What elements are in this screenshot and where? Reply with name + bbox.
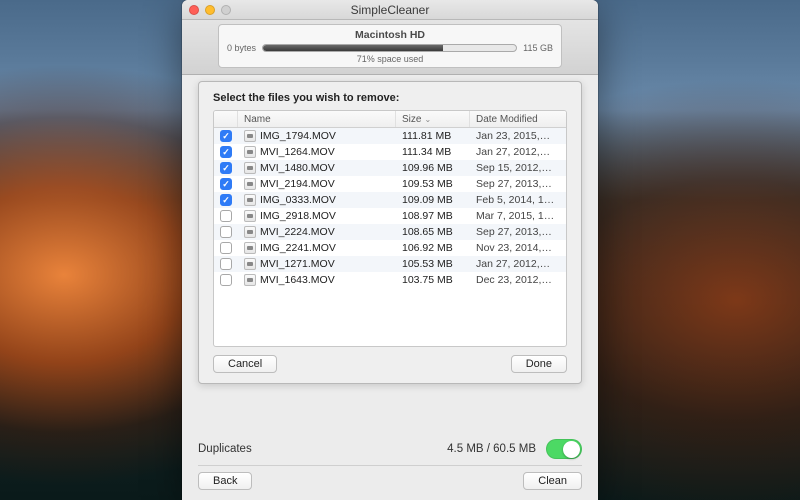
content-area: Select the files you wish to remove: Nam… — [182, 75, 598, 500]
table-row[interactable]: MVI_1264.MOV 111.34 MBJan 27, 2012,… — [214, 144, 566, 160]
file-date: Dec 23, 2012,… — [470, 274, 566, 286]
titlebar: SimpleCleaner — [182, 0, 598, 20]
file-size: 111.34 MB — [396, 146, 470, 158]
row-checkbox[interactable] — [220, 194, 232, 206]
done-button[interactable]: Done — [511, 355, 567, 373]
cancel-button[interactable]: Cancel — [213, 355, 277, 373]
file-size: 109.53 MB — [396, 178, 470, 190]
zoom-icon[interactable] — [221, 5, 231, 15]
disk-total-label: 115 GB — [523, 43, 553, 53]
divider — [198, 465, 582, 466]
disk-usage-fill — [263, 45, 443, 51]
file-date: Jan 23, 2015,… — [470, 130, 566, 142]
file-selection-sheet: Select the files you wish to remove: Nam… — [198, 81, 582, 384]
file-date: Jan 27, 2012,… — [470, 146, 566, 158]
col-date[interactable]: Date Modified — [470, 111, 566, 127]
file-name: IMG_1794.MOV — [260, 130, 336, 142]
table-row[interactable]: MVI_1480.MOV 109.96 MBSep 15, 2012,… — [214, 160, 566, 176]
col-size[interactable]: Size ⌄ — [396, 111, 470, 127]
row-checkbox[interactable] — [220, 210, 232, 222]
duplicates-stats: 4.5 MB / 60.5 MB — [447, 443, 536, 455]
duplicates-row: Duplicates 4.5 MB / 60.5 MB — [198, 439, 582, 459]
file-date: Sep 27, 2013,… — [470, 226, 566, 238]
table-row[interactable]: MVI_1643.MOV 103.75 MBDec 23, 2012,… — [214, 272, 566, 288]
movie-file-icon — [244, 146, 256, 158]
movie-file-icon — [244, 226, 256, 238]
clean-button[interactable]: Clean — [523, 472, 582, 490]
file-size: 109.96 MB — [396, 162, 470, 174]
file-name: IMG_2918.MOV — [260, 210, 336, 222]
file-size: 111.81 MB — [396, 130, 470, 142]
disk-pct-label: 71% space used — [227, 54, 553, 64]
file-name: IMG_0333.MOV — [260, 194, 336, 206]
movie-file-icon — [244, 274, 256, 286]
sheet-heading: Select the files you wish to remove: — [213, 92, 567, 104]
file-table: Name Size ⌄ Date Modified IMG_1794.MOV 11… — [213, 110, 567, 347]
file-date: Sep 27, 2013,… — [470, 178, 566, 190]
table-row[interactable]: IMG_2241.MOV 106.92 MBNov 23, 2014,… — [214, 240, 566, 256]
movie-file-icon — [244, 242, 256, 254]
row-checkbox[interactable] — [220, 162, 232, 174]
row-checkbox[interactable] — [220, 258, 232, 270]
table-row[interactable]: IMG_0333.MOV 109.09 MBFeb 5, 2014, 1… — [214, 192, 566, 208]
back-button[interactable]: Back — [198, 472, 252, 490]
file-date: Jan 27, 2012,… — [470, 258, 566, 270]
file-date: Feb 5, 2014, 1… — [470, 194, 566, 206]
table-row[interactable]: MVI_1271.MOV 105.53 MBJan 27, 2012,… — [214, 256, 566, 272]
duplicates-label: Duplicates — [198, 443, 252, 455]
file-date: Sep 15, 2012,… — [470, 162, 566, 174]
window-title: SimpleCleaner — [182, 3, 598, 17]
table-header: Name Size ⌄ Date Modified — [214, 111, 566, 128]
table-row[interactable]: IMG_2918.MOV 108.97 MBMar 7, 2015, 1… — [214, 208, 566, 224]
movie-file-icon — [244, 210, 256, 222]
file-name: MVI_2194.MOV — [260, 178, 335, 190]
file-date: Mar 7, 2015, 1… — [470, 210, 566, 222]
file-size: 106.92 MB — [396, 242, 470, 254]
disk-name: Macintosh HD — [227, 29, 553, 41]
movie-file-icon — [244, 194, 256, 206]
row-checkbox[interactable] — [220, 274, 232, 286]
row-checkbox[interactable] — [220, 130, 232, 142]
file-name: MVI_2224.MOV — [260, 226, 335, 238]
table-row[interactable]: MVI_2224.MOV 108.65 MBSep 27, 2013,… — [214, 224, 566, 240]
table-row[interactable]: IMG_1794.MOV 111.81 MBJan 23, 2015,… — [214, 128, 566, 144]
file-name: MVI_1264.MOV — [260, 146, 335, 158]
movie-file-icon — [244, 130, 256, 142]
disk-usage-bar — [262, 44, 517, 52]
file-size: 103.75 MB — [396, 274, 470, 286]
row-checkbox[interactable] — [220, 226, 232, 238]
file-name: IMG_2241.MOV — [260, 242, 336, 254]
disk-used-label: 0 bytes — [227, 43, 256, 53]
row-checkbox[interactable] — [220, 242, 232, 254]
app-window: SimpleCleaner Macintosh HD 0 bytes 115 G… — [182, 0, 598, 500]
row-checkbox[interactable] — [220, 178, 232, 190]
file-name: MVI_1271.MOV — [260, 258, 335, 270]
traffic-lights — [182, 5, 231, 15]
file-date: Nov 23, 2014,… — [470, 242, 566, 254]
col-name[interactable]: Name — [238, 111, 396, 127]
file-size: 105.53 MB — [396, 258, 470, 270]
movie-file-icon — [244, 178, 256, 190]
minimize-icon[interactable] — [205, 5, 215, 15]
file-name: MVI_1643.MOV — [260, 274, 335, 286]
toolbar: Macintosh HD 0 bytes 115 GB 71% space us… — [182, 20, 598, 75]
sort-indicator-icon: ⌄ — [424, 115, 431, 124]
table-row[interactable]: MVI_2194.MOV 109.53 MBSep 27, 2013,… — [214, 176, 566, 192]
movie-file-icon — [244, 162, 256, 174]
col-checkbox[interactable] — [214, 111, 238, 127]
file-name: MVI_1480.MOV — [260, 162, 335, 174]
file-size: 108.97 MB — [396, 210, 470, 222]
table-body: IMG_1794.MOV 111.81 MBJan 23, 2015,… MVI_1… — [214, 128, 566, 346]
close-icon[interactable] — [189, 5, 199, 15]
disk-usage-panel: Macintosh HD 0 bytes 115 GB 71% space us… — [218, 24, 562, 68]
file-size: 108.65 MB — [396, 226, 470, 238]
file-size: 109.09 MB — [396, 194, 470, 206]
movie-file-icon — [244, 258, 256, 270]
row-checkbox[interactable] — [220, 146, 232, 158]
duplicates-toggle[interactable] — [546, 439, 582, 459]
